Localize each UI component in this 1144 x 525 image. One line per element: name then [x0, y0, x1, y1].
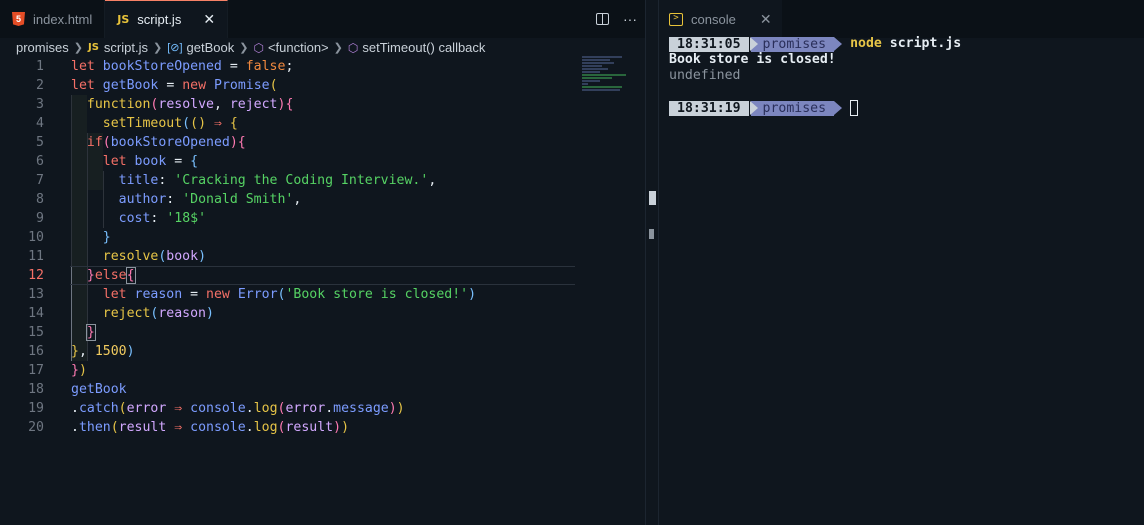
- editor-actions: ···: [596, 0, 637, 38]
- split-editor-icon[interactable]: [596, 13, 609, 25]
- line-number: 13: [28, 287, 44, 302]
- more-actions-icon[interactable]: ···: [623, 11, 637, 27]
- tab-label: console: [691, 11, 736, 27]
- line-number: 7: [36, 173, 44, 188]
- line-number: 20: [28, 420, 44, 435]
- line-number: 1: [36, 59, 44, 74]
- code-line: 18 getBook: [0, 380, 580, 399]
- line-number: 15: [28, 325, 44, 340]
- prompt-line: 18:31:05 promises node script.js: [669, 36, 961, 52]
- terminal-icon: >: [669, 12, 683, 26]
- line-number: 12: [28, 268, 44, 283]
- code-line: 7 title: 'Cracking the Coding Interview.…: [0, 171, 580, 190]
- code-line: 10 }: [0, 228, 580, 247]
- line-number: 9: [36, 211, 44, 226]
- code-line: 15 }: [0, 323, 580, 342]
- minimap[interactable]: [582, 56, 632, 98]
- line-number: 16: [28, 344, 44, 359]
- tab-index-html[interactable]: 5 index.html: [0, 0, 106, 38]
- tab-label: script.js: [137, 12, 182, 27]
- line-number: 3: [36, 97, 44, 112]
- variable-icon: [⊘]: [167, 42, 183, 54]
- code-line: 20 .then(result ⇒ console.log(result)): [0, 418, 580, 437]
- close-icon[interactable]: ✕: [203, 11, 215, 28]
- line-number: 4: [36, 116, 44, 131]
- code-line: 2 let getBook = new Promise(: [0, 76, 580, 95]
- scroll-marker: [649, 229, 654, 239]
- line-number: 19: [28, 401, 44, 416]
- chevron-right-icon: ❯: [73, 42, 83, 54]
- prompt-dir: promises: [749, 36, 835, 52]
- breadcrumb-function[interactable]: <function>: [268, 40, 329, 55]
- code-line: 14 reject(reason): [0, 304, 580, 323]
- chevron-right-icon: ❯: [333, 42, 343, 54]
- code-line: 13 let reason = new Error('Book store is…: [0, 285, 580, 304]
- output-line: Book store is closed!: [669, 52, 836, 67]
- code-line: 19 .catch(error ⇒ console.log(error.messa…: [0, 399, 580, 418]
- method-cube-icon: ⬡: [347, 40, 359, 55]
- prompt-time: 18:31:19: [669, 100, 749, 116]
- code-line: 8 author: 'Donald Smith',: [0, 190, 580, 209]
- editor-tabbar: 5 index.html JS script.js ✕ ···: [0, 0, 645, 38]
- breadcrumb-variable[interactable]: getBook: [187, 40, 235, 55]
- breadcrumb: promises ❯ JS script.js ❯ [⊘] getBook ❯ …: [16, 38, 485, 57]
- code-line: 17}): [0, 361, 580, 380]
- code-line: 6 let book = {: [0, 152, 580, 171]
- prompt-arrow: [834, 101, 843, 115]
- code-line-current: 12 }else{: [0, 266, 580, 285]
- method-cube-icon: ⬡: [253, 40, 264, 55]
- prompt-arrow: [834, 37, 843, 51]
- line-number: 18: [28, 382, 44, 397]
- terminal-pane: > console ✕ 18:31:05 promises node scrip…: [659, 0, 1144, 525]
- scroll-marker: [649, 191, 656, 205]
- editor-pane: 5 index.html JS script.js ✕ ··· promises…: [0, 0, 645, 525]
- chevron-right-icon: ❯: [152, 42, 163, 54]
- line-number: 2: [36, 78, 44, 93]
- terminal-output[interactable]: 18:31:05 promises node script.js Book st…: [669, 36, 961, 116]
- line-number: 11: [28, 249, 44, 264]
- code-editor[interactable]: 1 let bookStoreOpened = false; 2 let getBo…: [0, 57, 580, 437]
- html5-icon: 5: [12, 12, 25, 26]
- code-line: 16}, 1500): [0, 342, 580, 361]
- tab-console[interactable]: > console ✕: [659, 0, 782, 38]
- line-number: 10: [28, 230, 44, 245]
- breadcrumb-folder[interactable]: promises: [16, 40, 69, 55]
- editor-scrollbar[interactable]: [645, 0, 659, 525]
- terminal-tabbar: > console ✕: [659, 0, 1144, 38]
- tab-script-js[interactable]: JS script.js ✕: [105, 0, 229, 38]
- prompt-time: 18:31:05: [669, 36, 749, 52]
- js-icon: JS: [117, 13, 130, 26]
- tab-label: index.html: [33, 11, 93, 27]
- code-line: 5 if(bookStoreOpened){: [0, 133, 580, 152]
- prompt-dir: promises: [749, 100, 835, 116]
- command: node: [850, 36, 882, 51]
- code-line: 9 cost: '18$': [0, 209, 580, 228]
- code-line: 3 function(resolve, reject){: [0, 95, 580, 114]
- line-number: 6: [36, 154, 44, 169]
- js-icon: JS: [87, 42, 99, 53]
- line-number: 14: [28, 306, 44, 321]
- code-line: 4 setTimeout(() ⇒ {: [0, 114, 580, 133]
- terminal-cursor: [850, 100, 859, 116]
- code-line: 1 let bookStoreOpened = false;: [0, 57, 580, 76]
- close-icon[interactable]: ✕: [760, 11, 772, 28]
- code-line: 11 resolve(book): [0, 247, 580, 266]
- chevron-right-icon: ❯: [239, 42, 249, 54]
- breadcrumb-file[interactable]: script.js: [104, 40, 148, 55]
- line-number: 8: [36, 192, 44, 207]
- command-arg: script.js: [881, 36, 962, 51]
- prompt-line: 18:31:19 promises: [669, 100, 961, 116]
- output-line: undefined: [669, 68, 741, 83]
- line-number: 17: [28, 363, 44, 378]
- line-number: 5: [36, 135, 44, 150]
- breadcrumb-callback[interactable]: setTimeout() callback: [362, 40, 485, 55]
